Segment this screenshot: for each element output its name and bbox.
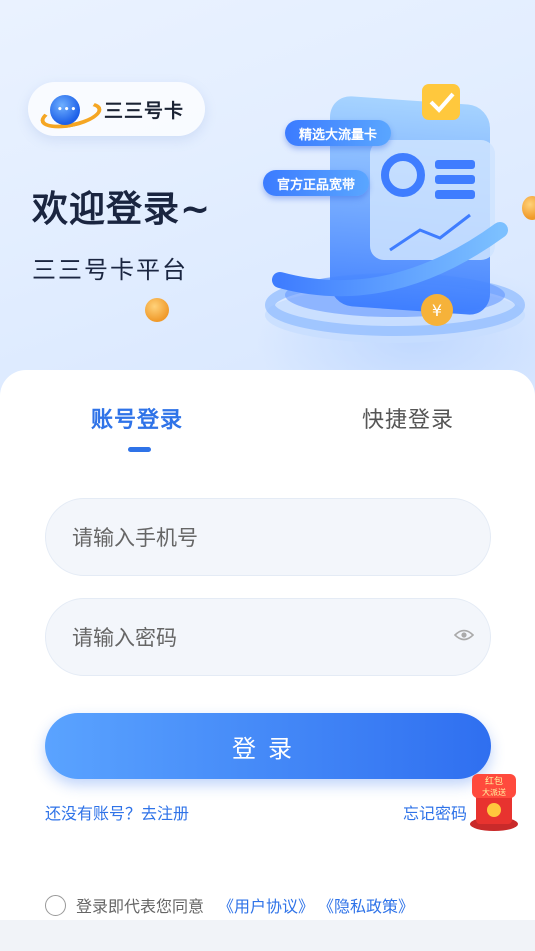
- platform-subtitle: 三三号卡平台: [32, 256, 188, 284]
- brand-name: 三三号卡: [104, 99, 185, 122]
- password-field: [45, 598, 491, 677]
- tab-account-login[interactable]: 账号登录: [91, 402, 183, 434]
- hero-banner: ••• 三三号卡 欢迎登录~ 三三号卡平台 ¥ 精选大流量卡 官方正品宽带: [0, 0, 535, 400]
- register-link[interactable]: 还没有账号？去注册: [45, 800, 189, 824]
- eye-icon[interactable]: [454, 629, 474, 641]
- planet-chat-logo-icon: •••: [38, 89, 104, 134]
- tab-quick-login[interactable]: 快捷登录: [362, 402, 454, 434]
- promo-line2: 大派送: [482, 787, 506, 797]
- phone-field: [45, 498, 491, 577]
- privacy-policy-link[interactable]: 《隐私政策》: [318, 893, 414, 917]
- password-input[interactable]: [70, 599, 434, 677]
- coin-decoration: [145, 298, 169, 322]
- agree-checkbox[interactable]: [45, 894, 66, 916]
- agreement-row: 登录即代表您同意 《用户协议》 《隐私政策》: [45, 893, 414, 917]
- phone-input[interactable]: [70, 499, 434, 577]
- tag-broadband: 官方正品宽带: [263, 170, 370, 196]
- svg-text:¥: ¥: [432, 301, 442, 320]
- login-button[interactable]: 登录: [45, 713, 491, 779]
- promo-line1: 红包: [485, 775, 503, 787]
- user-agreement-link[interactable]: 《用户协议》: [218, 893, 314, 917]
- forgot-password-link[interactable]: 忘记密码: [403, 800, 467, 824]
- bottom-bar: [0, 920, 535, 951]
- red-envelope-promo-icon[interactable]: 红包 大派送: [468, 772, 520, 832]
- brand-badge: ••• 三三号卡: [28, 82, 205, 136]
- welcome-title: 欢迎登录~: [32, 189, 212, 230]
- active-tab-indicator: [128, 447, 151, 452]
- tag-traffic-card: 精选大流量卡: [285, 120, 392, 146]
- agreement-text: 登录即代表您同意: [76, 897, 205, 916]
